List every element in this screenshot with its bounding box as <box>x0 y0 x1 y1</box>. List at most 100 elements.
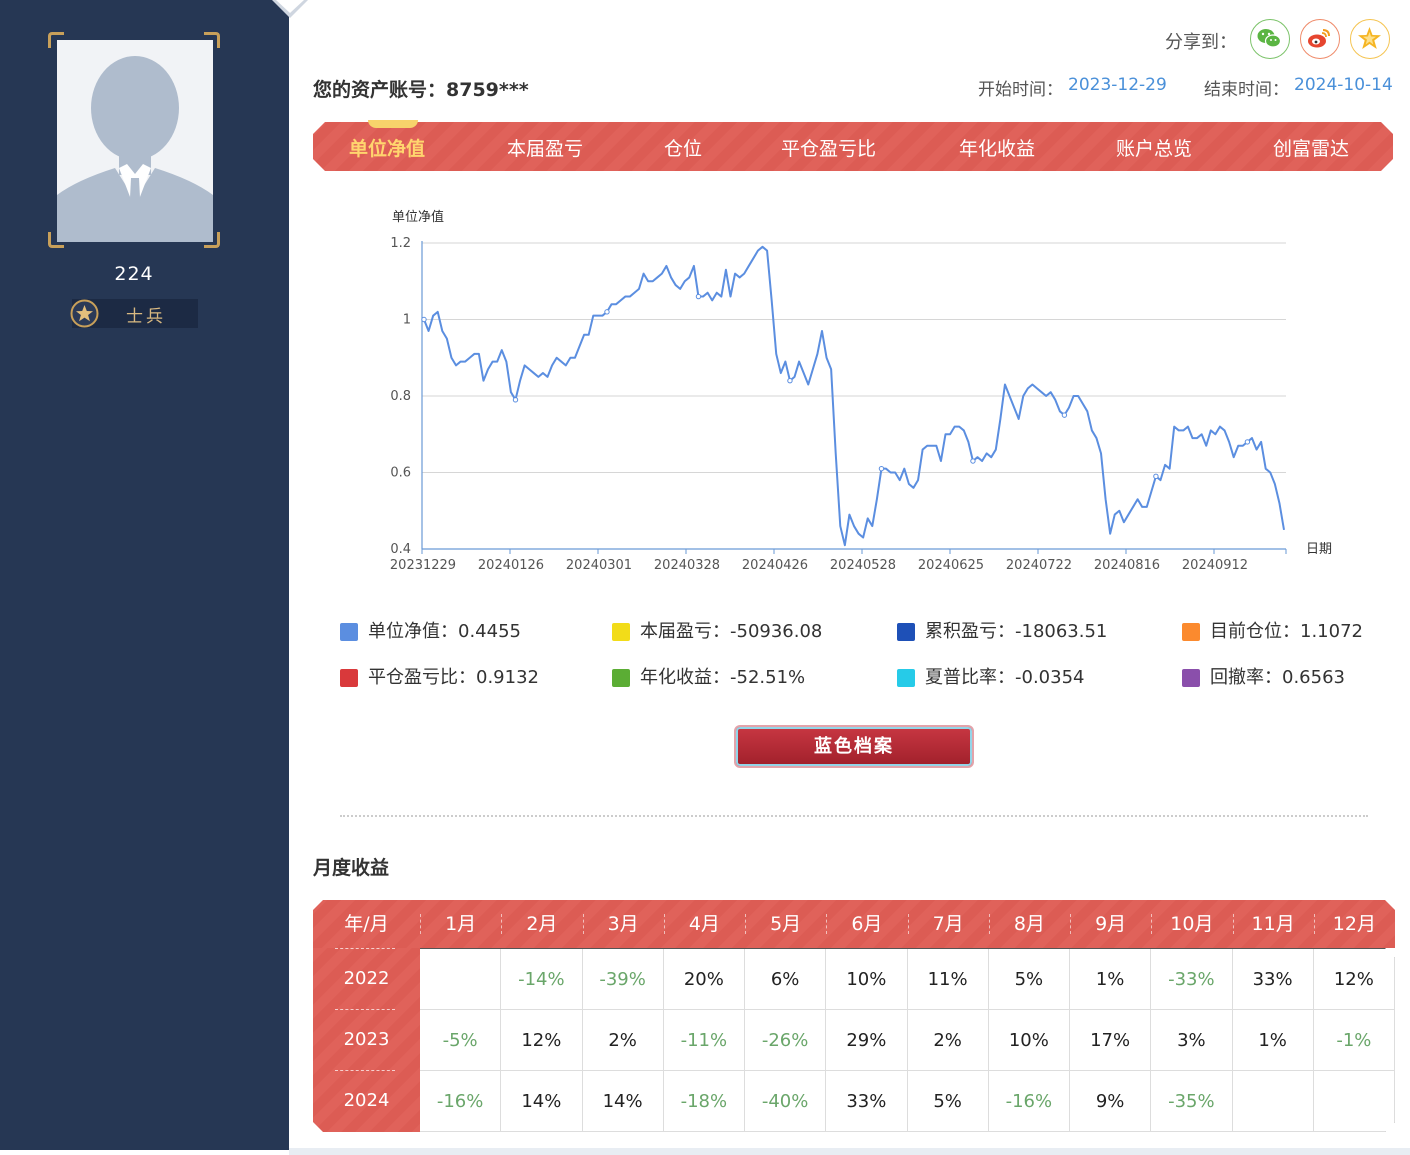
nav-data-point <box>604 309 610 315</box>
rank-star-icon <box>70 299 99 328</box>
table-cell: 2% <box>907 1010 989 1071</box>
nav-data-point <box>878 465 885 472</box>
tab-bar: 单位净值 本届盈亏 仓位 平仓盈亏比 年化收益 账户总览 创富雷达 <box>313 122 1393 171</box>
stat-text: 目前仓位：1.1072 <box>1210 621 1363 642</box>
header-separator <box>582 914 584 934</box>
y-tick-label: 0.6 <box>390 466 411 481</box>
y-axis-label: 单位净值 <box>392 209 444 225</box>
stat-text: 累积盈亏：-18063.51 <box>925 621 1108 642</box>
table-cell: -40% <box>745 1071 827 1132</box>
header-separator <box>663 914 665 934</box>
year-separator <box>335 1070 395 1071</box>
tab-close-ratio[interactable]: 平仓盈亏比 <box>781 134 876 161</box>
nav-data-point <box>695 293 702 300</box>
year-column: 2022 2023 2024 <box>313 948 420 1132</box>
stat-swatch <box>612 669 630 687</box>
table-cell: 12% <box>501 1010 583 1071</box>
table-cell: 9% <box>1070 1071 1152 1132</box>
header-separator <box>907 914 909 934</box>
start-date-label: 开始时间： <box>978 80 1063 100</box>
weibo-icon <box>1308 29 1330 48</box>
header-month: 8月 <box>1013 913 1045 935</box>
table-header: 年/月 1月 2月 3月 4月 5月 6月 7月 8月 9月 10月 11月 12月 <box>313 900 1395 948</box>
favorite-share-button[interactable] <box>1350 19 1390 59</box>
table-cell: 20% <box>663 949 745 1010</box>
table-cell: -18% <box>663 1071 745 1132</box>
tab-unit-nav[interactable]: 单位净值 <box>349 134 425 161</box>
sidebar: 224 士兵 <box>0 0 308 1150</box>
table-cell: 1% <box>1070 949 1152 1010</box>
header-month: 5月 <box>770 913 802 935</box>
table-cell: 29% <box>826 1010 908 1071</box>
header-month: 6月 <box>851 913 883 935</box>
table-cell: -5% <box>420 1010 502 1071</box>
tab-wealth-radar[interactable]: 创富雷达 <box>1273 134 1349 161</box>
user-name: 224 <box>114 263 154 285</box>
active-tab-indicator <box>368 120 418 128</box>
default-user-icon <box>57 40 213 242</box>
tab-position[interactable]: 仓位 <box>664 134 702 161</box>
stat-text: 夏普比率：-0.0354 <box>925 667 1085 688</box>
x-tick-label: 20240912 <box>1182 558 1248 573</box>
header-separator <box>420 914 421 934</box>
x-tick-label: 20240528 <box>830 558 896 573</box>
x-tick-label: 20240722 <box>1006 558 1072 573</box>
avatar[interactable] <box>57 40 213 242</box>
wechat-share-button[interactable] <box>1250 19 1290 59</box>
header-month: 1月 <box>445 913 477 935</box>
share-label: 分享到： <box>1165 32 1237 53</box>
blue-archive-button[interactable]: 蓝色档案 <box>734 725 974 768</box>
table-cell: -35% <box>1151 1071 1233 1132</box>
x-tick-label: 20240328 <box>654 558 720 573</box>
tab-account-overview[interactable]: 账户总览 <box>1116 134 1192 161</box>
header-separator <box>745 914 746 934</box>
nav-line-chart[interactable]: 单位净值 1.2 1 0.8 0.6 0.420231229 20240126 2024030… <box>370 200 1380 590</box>
y-tick-label: 0.8 <box>390 389 411 404</box>
header-year-month: 年/月 <box>344 913 389 935</box>
table-cell: 14% <box>582 1071 664 1132</box>
stat-swatch <box>1182 669 1200 687</box>
year-separator <box>335 948 395 949</box>
table-cell: -33% <box>1151 949 1233 1010</box>
x-tick-label: 20240301 <box>566 558 632 573</box>
table-cell: -1% <box>1313 1010 1395 1071</box>
stat-swatch <box>340 669 358 687</box>
table-cell: -26% <box>745 1010 827 1071</box>
table-cell: 1% <box>1232 1010 1314 1071</box>
table-cell: 33% <box>1232 949 1314 1010</box>
notch-decoration <box>272 0 308 18</box>
x-tick-label: 20240426 <box>742 558 808 573</box>
monthly-returns-table: 年/月 1月 2月 3月 4月 5月 6月 7月 8月 9月 10月 11月 12月 2022 2023 2… <box>313 900 1395 1132</box>
table-cell: 2% <box>582 1010 664 1071</box>
nav-data-point <box>970 458 976 464</box>
table-cell: -16% <box>420 1071 502 1132</box>
y-tick-label: 0.4 <box>390 542 411 557</box>
header-month: 2月 <box>526 913 558 935</box>
favorite-star-icon <box>1358 27 1381 49</box>
stat-swatch <box>340 623 358 641</box>
stat-swatch <box>612 623 630 641</box>
rank-label: 士兵 <box>126 307 166 327</box>
tab-session-pnl[interactable]: 本届盈亏 <box>507 134 583 161</box>
table-cell: 14% <box>501 1071 583 1132</box>
header-separator <box>988 914 990 934</box>
section-divider <box>340 815 1368 817</box>
stat-text: 回撤率：0.6563 <box>1210 667 1345 688</box>
x-tick-label: 20231229 <box>390 558 456 573</box>
table-cell <box>420 949 502 1010</box>
bottom-edge <box>289 1148 1410 1155</box>
header-month: 10月 <box>1170 913 1214 935</box>
nav-data-point <box>787 378 793 384</box>
wechat-icon <box>1257 29 1282 48</box>
year-label: 2023 <box>343 1029 390 1050</box>
table-cell: 5% <box>907 1071 989 1132</box>
table-cell: 12% <box>1313 949 1395 1010</box>
tab-annual-return[interactable]: 年化收益 <box>959 134 1035 161</box>
nav-data-point <box>1153 473 1159 480</box>
weibo-share-button[interactable] <box>1300 19 1340 59</box>
table-cell: -39% <box>582 949 664 1010</box>
table-cell: -14% <box>501 949 583 1010</box>
stat-swatch <box>897 623 915 641</box>
x-tick-label: 20240126 <box>478 558 544 573</box>
table-cell: 11% <box>907 949 989 1010</box>
